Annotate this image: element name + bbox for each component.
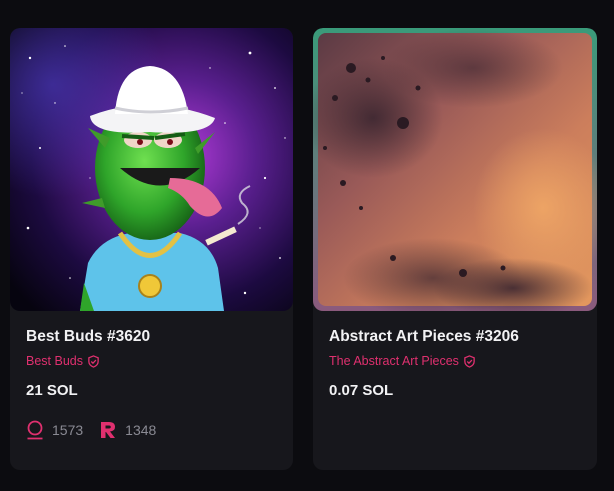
- nft-image[interactable]: [10, 28, 293, 311]
- rarity-icon: [101, 422, 116, 438]
- rarity-rank: 1348: [125, 422, 157, 438]
- verified-badge-icon: [464, 354, 475, 368]
- holder-icon: [27, 420, 43, 440]
- collection-name: Best Buds: [26, 354, 83, 368]
- verified-badge-icon: [88, 354, 99, 368]
- nft-title[interactable]: Abstract Art Pieces #3206: [329, 328, 519, 346]
- nft-card[interactable]: Abstract Art Pieces #3206 The Abstract A…: [313, 28, 597, 470]
- cannabis-character-artwork: [10, 28, 293, 311]
- collection-link[interactable]: Best Buds: [26, 354, 100, 368]
- rarity-stat: 1348: [99, 421, 156, 439]
- abstract-watercolor-artwork: [313, 28, 597, 311]
- nft-stats: 1573 1348: [26, 420, 172, 440]
- nft-price: 21 SOL: [26, 382, 78, 399]
- collection-name: The Abstract Art Pieces: [329, 354, 459, 368]
- holder-count: 1573: [52, 422, 84, 438]
- nft-title[interactable]: Best Buds #3620: [26, 328, 150, 346]
- collection-link[interactable]: The Abstract Art Pieces: [329, 354, 476, 368]
- nft-card[interactable]: Best Buds #3620 Best Buds 21 SOL 1573 13…: [10, 28, 293, 470]
- nft-image[interactable]: [313, 28, 597, 311]
- nft-price: 0.07 SOL: [329, 382, 394, 399]
- holder-stat: 1573: [26, 420, 83, 440]
